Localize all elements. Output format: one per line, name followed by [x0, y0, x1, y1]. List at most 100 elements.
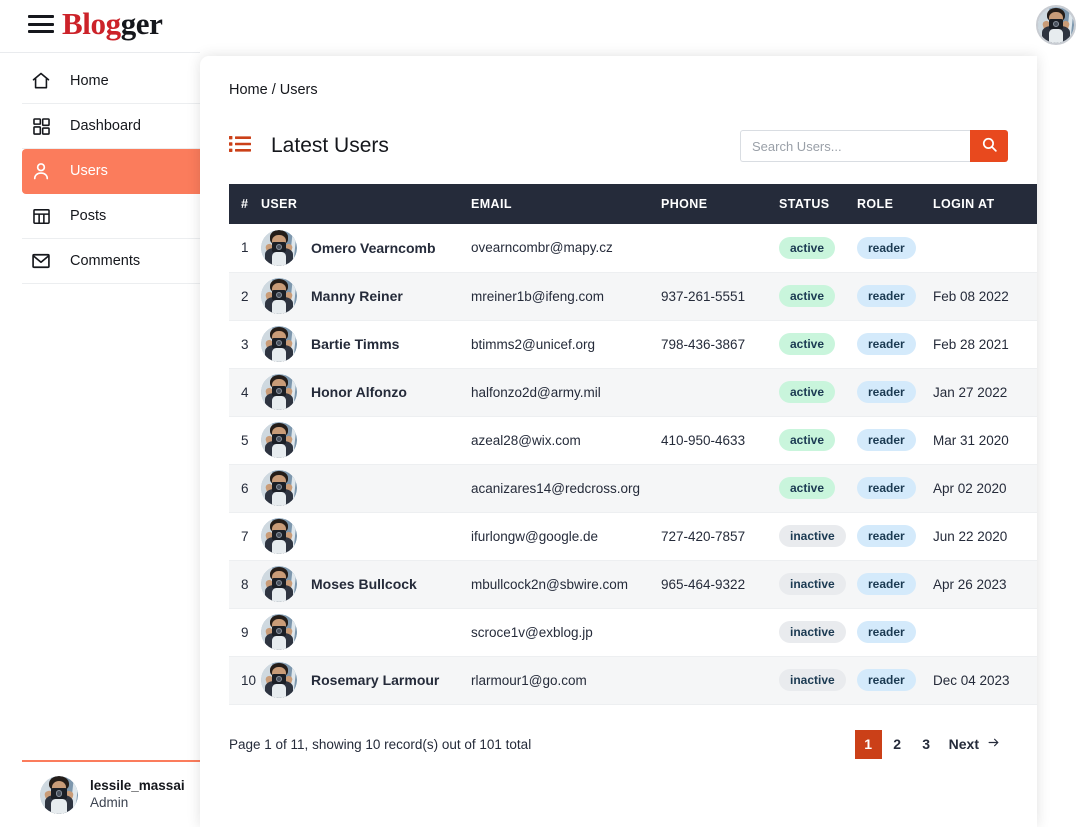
- cell-login: [933, 224, 1037, 273]
- sidebar-item-label: Users: [70, 163, 108, 179]
- cell-num: 7: [229, 512, 261, 561]
- column-header-status[interactable]: STATUS: [779, 184, 857, 224]
- status-badge: active: [779, 333, 836, 355]
- table-row[interactable]: 7 ifurlongw@google.de 727-420-7857 inactive…: [229, 512, 1037, 561]
- avatar: [40, 775, 78, 814]
- cell-phone: [661, 368, 779, 417]
- brand-logo-dark: ger: [120, 6, 163, 41]
- brand-logo[interactable]: Blogger: [62, 6, 163, 42]
- sidebar-item-home[interactable]: Home: [22, 59, 200, 104]
- avatar-image: [261, 662, 297, 698]
- avatar-image: [261, 614, 297, 650]
- sidebar-item-posts[interactable]: Posts: [22, 194, 200, 239]
- profile-text: lessile_massai Admin: [90, 778, 185, 812]
- avatar-image: [261, 278, 297, 314]
- sidebar-item-label: Posts: [70, 208, 107, 224]
- role-badge: reader: [857, 573, 916, 595]
- avatar-image: [1038, 7, 1074, 43]
- column-header-phone[interactable]: PHONE: [661, 184, 779, 224]
- cell-phone: [661, 608, 779, 657]
- role-badge: reader: [857, 333, 916, 355]
- table-row[interactable]: 6 acanizares14@redcross.org active reader Ap…: [229, 464, 1037, 513]
- avatar-image: [261, 326, 297, 362]
- search-bar: [740, 130, 1008, 162]
- cell-user: Honor Alfonzo: [261, 368, 471, 417]
- cell-status: inactive: [779, 560, 857, 609]
- cell-num: 1: [229, 224, 261, 273]
- table-row[interactable]: 3 Bartie Timms btimms2@unicef.org 798-436-3…: [229, 320, 1037, 369]
- cell-email: azeal28@wix.com: [471, 416, 661, 465]
- cell-user: Bartie Timms: [261, 320, 471, 369]
- top-bar: Blogger: [0, 0, 1092, 52]
- avatar: [261, 229, 297, 266]
- cell-email: rlarmour1@go.com: [471, 656, 661, 705]
- main-content-card: Home / Users Latest Users Search Users..…: [200, 56, 1037, 827]
- pagination-footer: Page 1 of 11, showing 10 record(s) out o…: [229, 729, 1008, 759]
- status-badge: inactive: [779, 621, 846, 643]
- pagination-page-2[interactable]: 2: [884, 730, 911, 759]
- avatar: [261, 662, 297, 698]
- column-header-num[interactable]: #: [229, 184, 261, 224]
- cell-phone: 798-436-3867: [661, 320, 779, 369]
- sidebar-item-comments[interactable]: Comments: [22, 239, 200, 284]
- hamburger-menu-icon[interactable]: [28, 13, 54, 35]
- cell-phone: 965-464-9322: [661, 560, 779, 609]
- avatar-image: [261, 229, 297, 266]
- cell-role: reader: [857, 368, 933, 417]
- cell-status: active: [779, 320, 857, 369]
- pagination-page-3[interactable]: 3: [913, 730, 940, 759]
- cell-user: Moses Bullcock: [261, 560, 471, 609]
- cell-email: scroce1v@exblog.jp: [471, 608, 661, 657]
- pagination-next-button[interactable]: Next: [942, 730, 1008, 759]
- cell-user: Manny Reiner: [261, 272, 471, 321]
- sidebar-item-dashboard[interactable]: Dashboard: [22, 104, 200, 149]
- status-badge: active: [779, 477, 836, 499]
- table-row[interactable]: 8 Moses Bullcock mbullcock2n@sbwire.com 965…: [229, 560, 1037, 609]
- table-row[interactable]: 1 Omero Vearncomb ovearncombr@mapy.cz activ…: [229, 224, 1037, 273]
- cell-user: [261, 608, 471, 657]
- table-row[interactable]: 10 Rosemary Larmour rlarmour1@go.com inacti…: [229, 656, 1037, 705]
- cell-status: active: [779, 464, 857, 513]
- sidebar: Home Dashboard Users Posts Comments less…: [0, 52, 200, 827]
- breadcrumb[interactable]: Home / Users: [229, 56, 1008, 98]
- pagination-controls: 1 2 3 Next: [854, 729, 1008, 759]
- avatar: [261, 470, 297, 506]
- column-header-role[interactable]: ROLE: [857, 184, 933, 224]
- table-row[interactable]: 2 Manny Reiner mreiner1b@ifeng.com 937-261-…: [229, 272, 1037, 321]
- cell-login: Feb 08 2022: [933, 272, 1037, 321]
- cell-phone: 410-950-4633: [661, 416, 779, 465]
- table-row[interactable]: 4 Honor Alfonzo halfonzo2d@army.mil active r…: [229, 368, 1037, 417]
- search-button[interactable]: [970, 130, 1008, 162]
- table-row[interactable]: 9 scroce1v@exblog.jp inactive reader: [229, 608, 1037, 657]
- column-header-user[interactable]: USER: [261, 184, 471, 224]
- cell-user: Rosemary Larmour: [261, 656, 471, 705]
- status-badge: active: [779, 429, 836, 451]
- status-badge: active: [779, 381, 836, 403]
- search-input[interactable]: [740, 130, 970, 162]
- status-badge: active: [779, 236, 836, 259]
- cell-user: Omero Vearncomb: [261, 224, 471, 273]
- cell-role: reader: [857, 416, 933, 465]
- column-header-login[interactable]: LOGIN AT: [933, 184, 1037, 224]
- table-row[interactable]: 5 azeal28@wix.com 410-950-4633 active reader…: [229, 416, 1037, 465]
- avatar-image: [261, 470, 297, 506]
- sidebar-user-profile[interactable]: lessile_massai Admin: [22, 760, 200, 827]
- search-icon: [981, 136, 998, 156]
- table-header-row: # USER EMAIL PHONE STATUS ROLE LOGIN AT: [229, 184, 1037, 224]
- topbar-avatar[interactable]: [1036, 5, 1076, 45]
- column-header-email[interactable]: EMAIL: [471, 184, 661, 224]
- cell-num: 10: [229, 656, 261, 705]
- sidebar-nav: Home Dashboard Users Posts Comments: [0, 53, 200, 284]
- cell-login: Jan 27 2022: [933, 368, 1037, 417]
- cell-role: reader: [857, 560, 933, 609]
- status-badge: inactive: [779, 525, 846, 547]
- page-title: Latest Users: [271, 134, 389, 157]
- cell-login: Apr 26 2023: [933, 560, 1037, 609]
- pagination-info: Page 1 of 11, showing 10 record(s) out o…: [229, 736, 532, 752]
- sidebar-item-users[interactable]: Users: [22, 149, 200, 194]
- pagination-page-1[interactable]: 1: [854, 729, 882, 759]
- user-name: Manny Reiner: [311, 288, 403, 304]
- cell-login: [933, 608, 1037, 657]
- pagination-next-label: Next: [948, 736, 979, 752]
- envelope-icon: [30, 250, 52, 272]
